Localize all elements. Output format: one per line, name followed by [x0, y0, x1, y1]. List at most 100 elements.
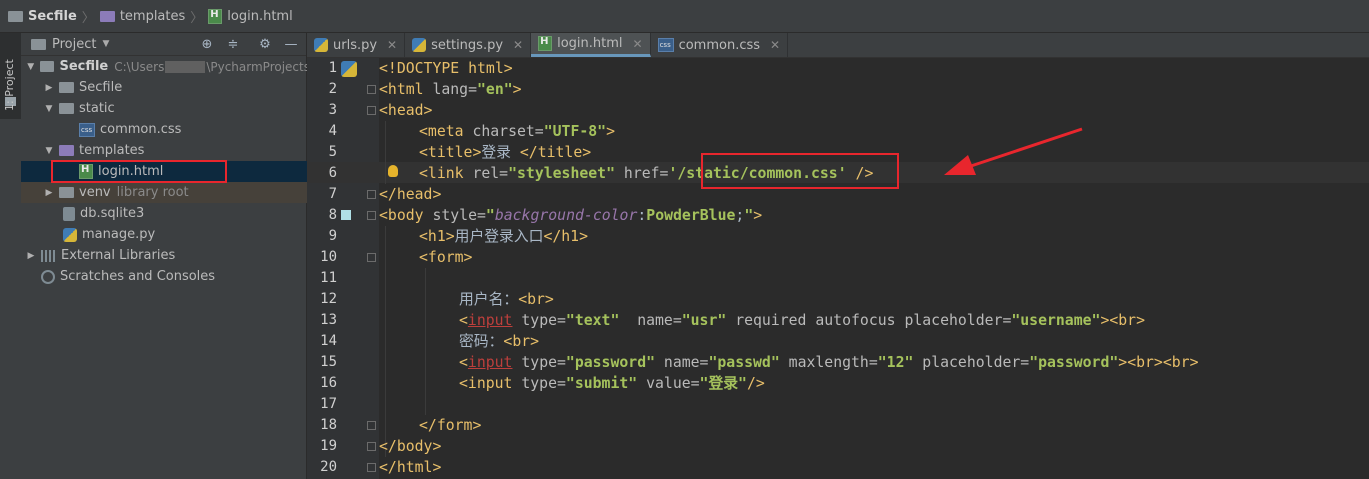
fold-icon[interactable] — [367, 253, 376, 262]
color-preview-icon[interactable] — [341, 210, 351, 220]
code-line-12: 用户名：<br> — [459, 291, 554, 308]
css-file-icon — [657, 38, 674, 52]
line-number: 11 — [320, 270, 337, 286]
tree-item-venv[interactable]: ▶ venv library root — [21, 182, 328, 203]
tree-item-scratches[interactable]: Scratches and Consoles — [21, 266, 326, 287]
line-number: 6 — [328, 165, 337, 181]
navigation-breadcrumb: Secfile 〉 templates 〉 login.html — [0, 0, 1369, 33]
project-view-selector[interactable]: Project — [52, 37, 96, 52]
breadcrumb-separator-icon: 〉 — [190, 10, 204, 26]
line-number: 20 — [320, 459, 337, 475]
python-file-icon — [314, 38, 328, 52]
expanded-arrow-icon[interactable]: ▼ — [25, 62, 36, 72]
tab-login-html[interactable]: login.html ✕ — [531, 33, 651, 57]
line-number: 2 — [328, 81, 337, 97]
code-line-9: <h1>用户登录入口</h1> — [419, 228, 588, 245]
line-number: 3 — [328, 102, 337, 118]
line-number: 16 — [320, 375, 337, 391]
annotation-highlight-box — [51, 160, 227, 183]
locate-icon[interactable]: ⊕ — [199, 36, 215, 52]
line-number: 17 — [320, 396, 337, 412]
tree-item-secfile-root[interactable]: ▼ Secfile C:\Users \PycharmProjects — [21, 56, 310, 77]
fold-icon[interactable] — [367, 190, 376, 199]
tab-urls-py[interactable]: urls.py ✕ — [307, 33, 406, 57]
collapsed-arrow-icon[interactable]: ▶ — [43, 83, 55, 93]
expanded-arrow-icon[interactable]: ▼ — [43, 104, 55, 114]
tab-settings-py[interactable]: settings.py ✕ — [405, 33, 532, 57]
folder-icon — [8, 10, 23, 22]
fold-icon[interactable] — [367, 463, 376, 472]
fold-icon[interactable] — [367, 421, 376, 430]
collapse-all-icon[interactable]: ≑ — [225, 36, 241, 52]
folder-icon — [59, 145, 74, 156]
python-file-icon — [341, 61, 357, 77]
scratches-icon — [41, 269, 55, 284]
gear-icon[interactable]: ⚙ — [257, 36, 273, 52]
minimize-icon[interactable]: — — [283, 36, 299, 52]
tree-item-db-sqlite3[interactable]: db.sqlite3 — [21, 203, 348, 224]
project-path: C:\Users \PycharmProjects — [114, 59, 310, 74]
folder-icon — [59, 82, 74, 93]
arrow-head — [944, 155, 976, 175]
tree-item-secfile-package[interactable]: ▶ Secfile — [21, 77, 328, 98]
collapsed-arrow-icon[interactable]: ▶ — [25, 251, 37, 261]
expanded-arrow-icon[interactable]: ▼ — [43, 146, 55, 156]
line-number: 10 — [320, 249, 337, 265]
fold-icon[interactable] — [367, 442, 376, 451]
tree-item-templates[interactable]: ▼ templates — [21, 140, 328, 161]
code-line-2: <html lang="en"> — [379, 81, 522, 98]
html-file-icon — [208, 8, 223, 24]
line-number: 5 — [328, 144, 337, 160]
fold-icon[interactable] — [367, 106, 376, 115]
line-number: 4 — [328, 123, 337, 139]
python-file-icon — [63, 227, 77, 242]
tree-item-manage-py[interactable]: manage.py — [21, 224, 348, 245]
close-icon[interactable]: ✕ — [387, 38, 397, 52]
project-tool-window-tab[interactable]: 1: Project — [0, 33, 21, 119]
code-line-1: <!DOCTYPE html> — [379, 60, 513, 77]
line-number: 19 — [320, 438, 337, 454]
line-number: 8 — [328, 207, 337, 223]
line-number: 18 — [320, 417, 337, 433]
breadcrumb-separator-icon: 〉 — [81, 10, 95, 26]
tree-item-external-libraries[interactable]: ▶ External Libraries — [21, 245, 310, 266]
breadcrumb-item-login-html[interactable]: login.html — [208, 8, 293, 24]
collapsed-arrow-icon[interactable]: ▶ — [43, 188, 55, 198]
code-line-4: <meta charset="UTF-8"> — [419, 123, 616, 140]
tab-common-css[interactable]: common.css ✕ — [651, 33, 789, 57]
breadcrumb-item-templates[interactable]: templates — [99, 9, 185, 24]
close-icon[interactable]: ✕ — [770, 38, 780, 52]
code-line-18: </form> — [419, 417, 482, 434]
line-number: 14 — [320, 333, 337, 349]
close-icon[interactable]: ✕ — [513, 38, 523, 52]
code-line-3: <head> — [379, 102, 433, 119]
html-file-icon — [538, 36, 553, 51]
folder-icon — [59, 103, 74, 114]
breadcrumb-item-secfile[interactable]: Secfile — [8, 9, 77, 24]
css-file-icon — [79, 122, 95, 137]
code-line-16: <input type="submit" value="登录"/> — [459, 375, 765, 392]
line-number: 7 — [328, 186, 337, 202]
fold-icon[interactable] — [367, 211, 376, 220]
fold-icon[interactable] — [367, 85, 376, 94]
line-number: 15 — [320, 354, 337, 370]
folder-icon — [99, 10, 115, 22]
code-line-8: <body style="background-color:PowderBlue… — [379, 207, 763, 224]
annotation-arrow-icon — [944, 127, 1083, 175]
folder-icon — [59, 187, 74, 198]
editor-tabs: urls.py ✕ settings.py ✕ login.html ✕ com… — [307, 33, 1369, 58]
library-icon — [41, 249, 56, 262]
code-line-10: <form> — [419, 249, 473, 266]
code-line-7: </head> — [379, 186, 442, 203]
editor-area: urls.py ✕ settings.py ✕ login.html ✕ com… — [307, 33, 1369, 479]
python-file-icon — [412, 38, 427, 52]
code-editor[interactable]: <!DOCTYPE html> <html lang="en"> <head> … — [379, 58, 1369, 479]
chevron-down-icon[interactable]: ▼ — [102, 39, 109, 49]
close-icon[interactable]: ✕ — [633, 37, 643, 51]
code-line-19: </body> — [379, 438, 442, 455]
line-number: 12 — [320, 291, 337, 307]
code-line-5: <title>登录 </title> — [419, 144, 592, 161]
tree-item-static[interactable]: ▼ static — [21, 98, 328, 119]
redacted-username — [165, 61, 206, 73]
code-line-20: </html> — [379, 459, 442, 476]
